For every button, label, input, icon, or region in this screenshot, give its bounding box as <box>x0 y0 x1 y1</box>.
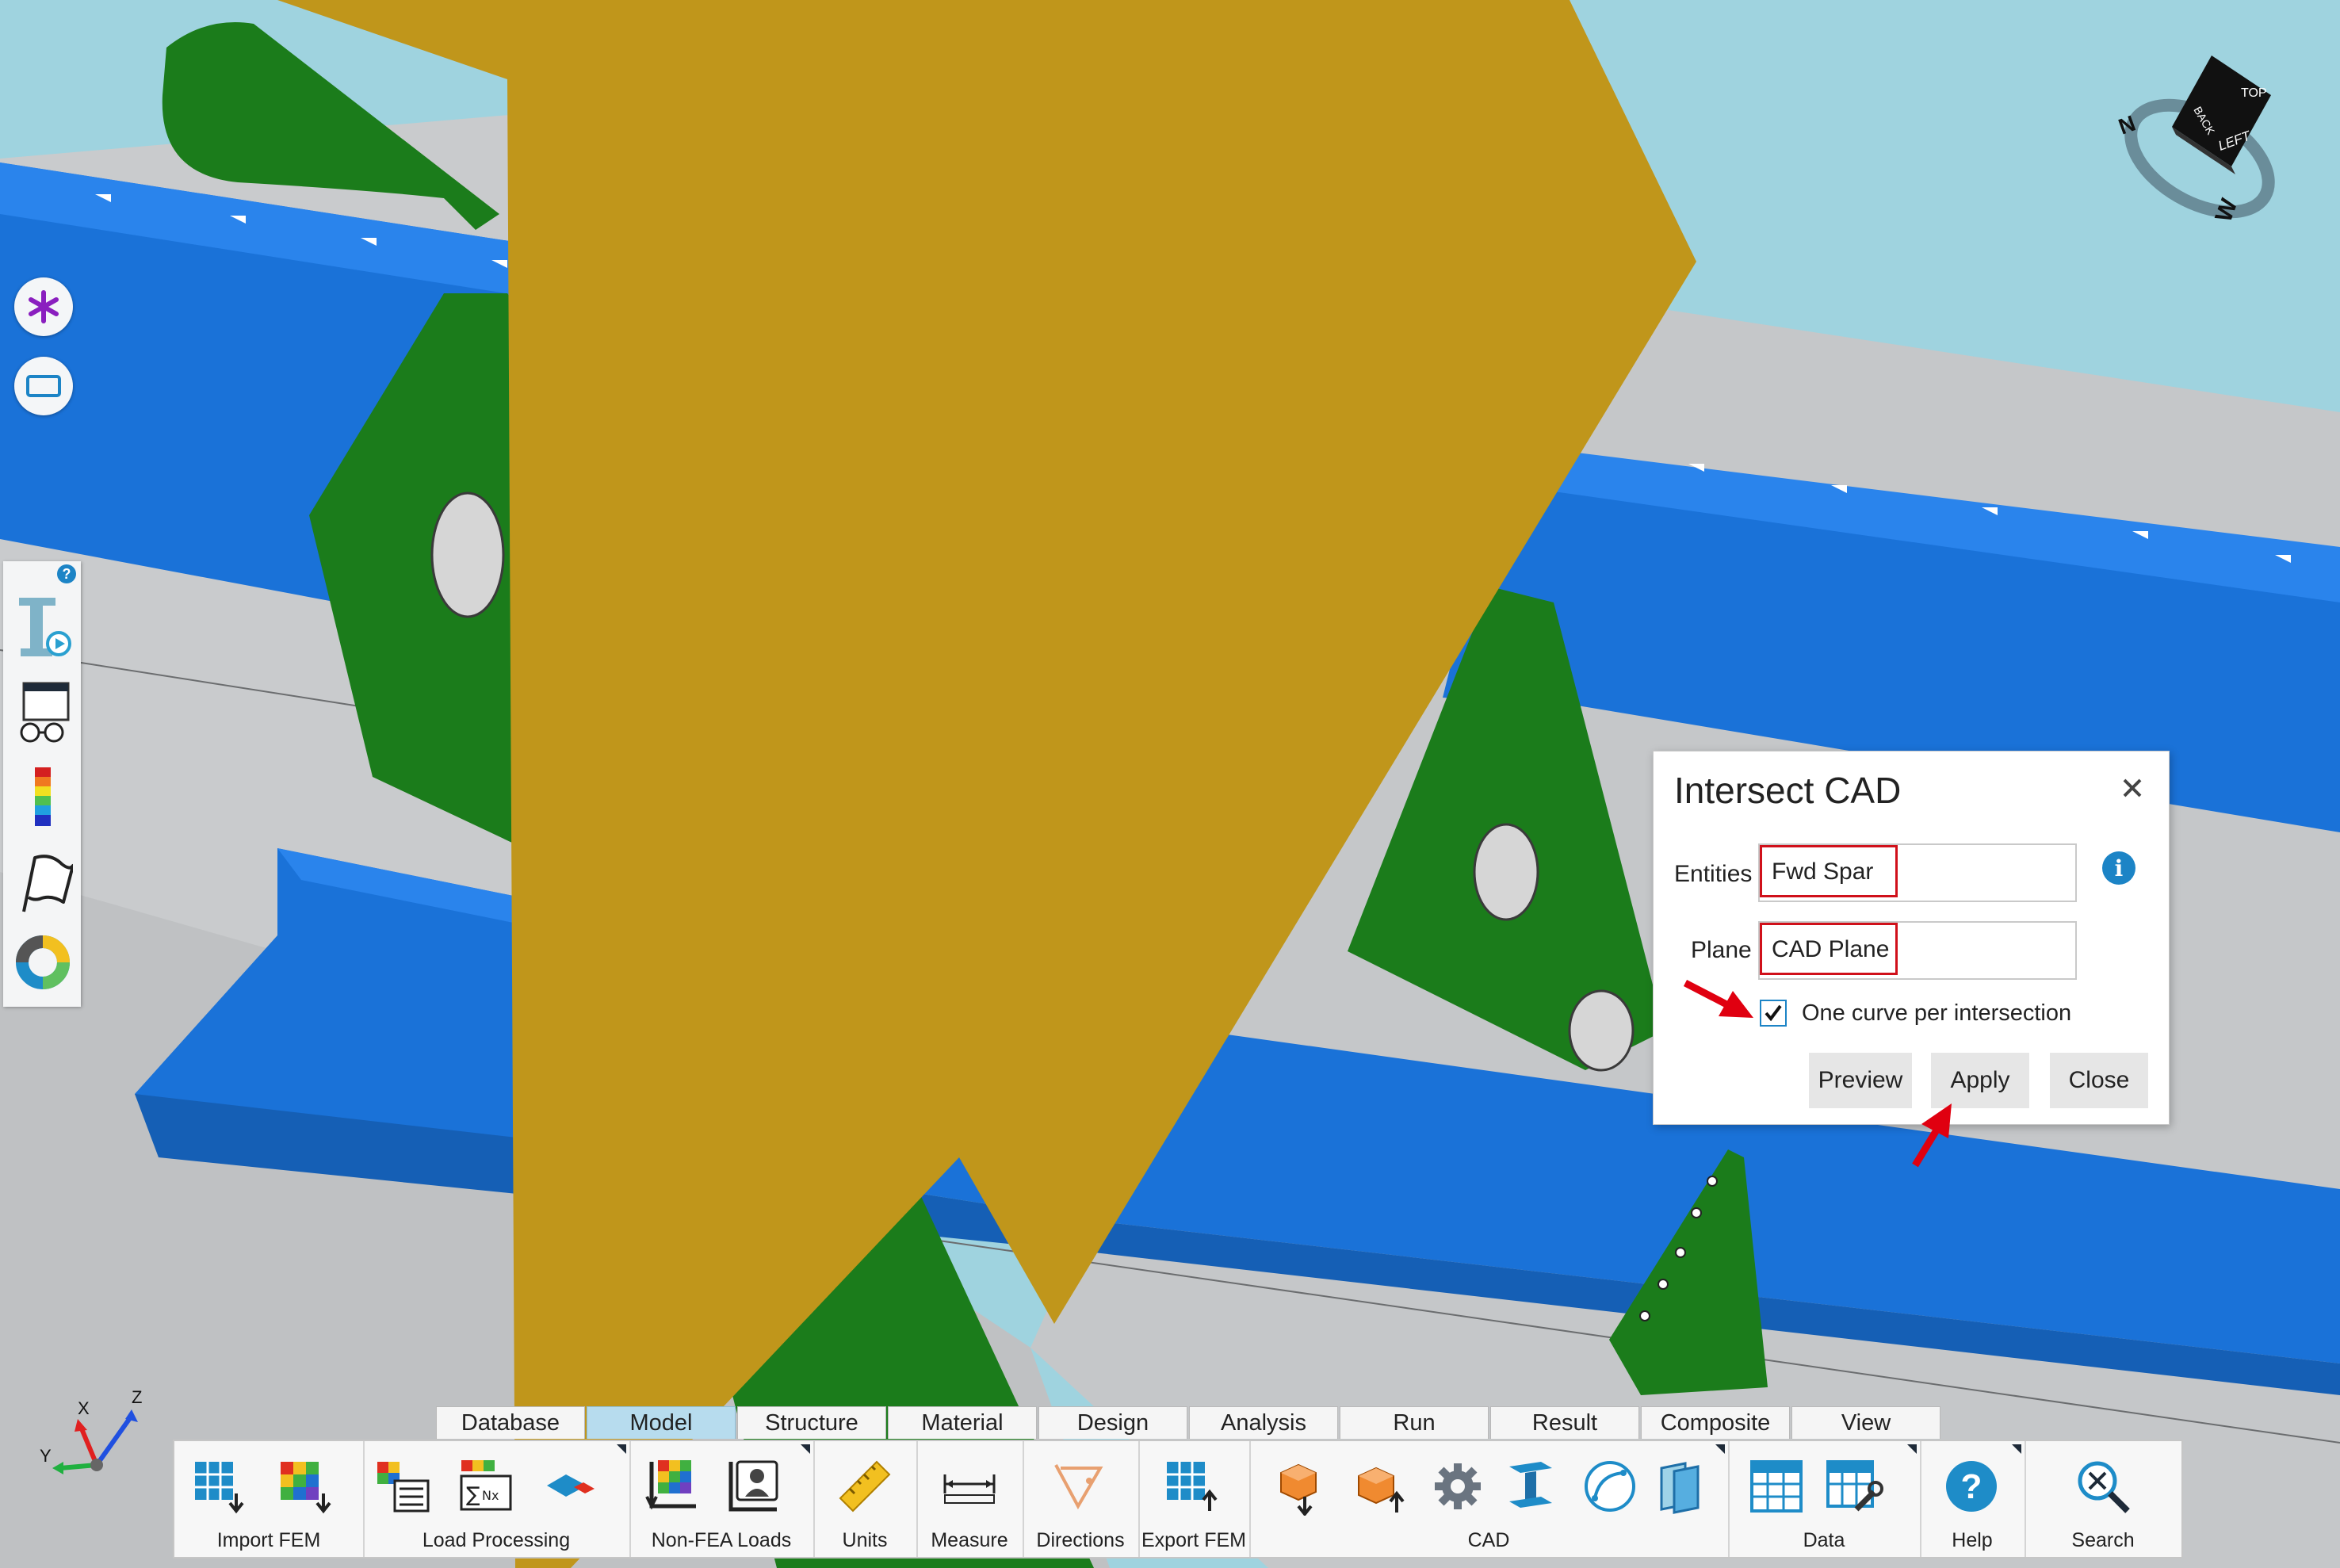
group-label-import-fem: Import FEM <box>216 1529 321 1551</box>
svg-text:?: ? <box>1961 1467 1982 1506</box>
cad-export-icon <box>1358 1467 1405 1513</box>
arrow-to-checkbox <box>1683 980 1753 1018</box>
curve-icon <box>1585 1461 1635 1512</box>
tab-result[interactable]: Result <box>1490 1406 1639 1439</box>
group-directions: Directions <box>1023 1441 1140 1557</box>
search-button[interactable] <box>2074 1457 2132 1516</box>
group-label-search: Search <box>2071 1529 2135 1551</box>
table-icon <box>1750 1460 1803 1513</box>
non-fea-grid-button[interactable] <box>644 1457 702 1516</box>
tab-model[interactable]: Model <box>587 1406 736 1439</box>
group-label-non-fea-loads: Non-FEA Loads <box>651 1529 792 1551</box>
group-non-fea-loads: Non-FEA Loads <box>629 1441 815 1557</box>
group-export-fem: Export FEM <box>1138 1441 1251 1557</box>
tab-composite[interactable]: Composite <box>1641 1406 1790 1439</box>
expand-corner-icon[interactable] <box>1715 1444 1725 1454</box>
group-import-fem: Import FEM <box>174 1441 365 1557</box>
tab-structure[interactable]: Structure <box>737 1406 886 1439</box>
tab-design[interactable]: Design <box>1038 1406 1187 1439</box>
group-label-measure: Measure <box>931 1529 1008 1551</box>
group-measure: Measure <box>916 1441 1024 1557</box>
results-import-icon <box>281 1462 331 1514</box>
search-icon <box>2078 1461 2130 1513</box>
table-wrench-icon <box>1826 1460 1883 1512</box>
load-sum-button[interactable]: ∑ Nx <box>457 1457 515 1516</box>
non-fea-user-button[interactable] <box>725 1457 783 1516</box>
directions-button[interactable] <box>1051 1457 1110 1516</box>
units-button[interactable] <box>835 1457 894 1516</box>
question-icon: ? <box>1946 1461 1997 1512</box>
data-edit-button[interactable] <box>1825 1457 1883 1516</box>
directions-icon <box>1054 1464 1103 1510</box>
data-table-button[interactable] <box>1747 1457 1806 1516</box>
group-search: Search <box>2025 1441 2181 1557</box>
tab-view[interactable]: View <box>1791 1406 1940 1439</box>
ruler-icon <box>839 1460 891 1513</box>
group-label-units: Units <box>842 1529 888 1551</box>
i-beam-icon <box>1509 1462 1552 1508</box>
group-cad: CAD <box>1249 1441 1730 1557</box>
group-label-export-fem: Export FEM <box>1141 1529 1246 1551</box>
group-help: ? Help <box>1920 1441 2026 1557</box>
non-fea-grid-icon <box>645 1460 696 1510</box>
svg-text:Nx: Nx <box>482 1488 499 1503</box>
cad-surface-button[interactable] <box>1654 1457 1712 1516</box>
import-fem-grid-button[interactable] <box>192 1457 250 1516</box>
group-load-processing: ∑ Nx Load Processing <box>363 1441 631 1557</box>
group-data: Data <box>1728 1441 1921 1557</box>
load-table-icon <box>377 1462 430 1513</box>
svg-text:∑: ∑ <box>466 1483 480 1507</box>
group-units: Units <box>813 1441 918 1557</box>
import-fem-results-button[interactable] <box>276 1457 335 1516</box>
grid-import-icon <box>195 1462 244 1514</box>
cad-settings-button[interactable] <box>1428 1457 1487 1516</box>
help-button[interactable]: ? <box>1942 1457 2001 1516</box>
tab-database[interactable]: Database <box>436 1406 585 1439</box>
surface-icon <box>1660 1462 1700 1514</box>
cad-import-icon <box>1280 1463 1317 1517</box>
group-label-data: Data <box>1803 1529 1845 1551</box>
expand-corner-icon[interactable] <box>2012 1444 2021 1454</box>
group-label-load-processing: Load Processing <box>422 1529 571 1551</box>
ribbon-tabs: Database Model Structure Material Design… <box>436 1406 1942 1439</box>
tab-material[interactable]: Material <box>888 1406 1037 1439</box>
load-table-button[interactable] <box>374 1457 433 1516</box>
expand-corner-icon[interactable] <box>617 1444 626 1454</box>
diamond-plane-icon <box>547 1474 595 1497</box>
expand-corner-icon[interactable] <box>1907 1444 1917 1454</box>
measure-button[interactable] <box>940 1457 999 1516</box>
grid-export-icon <box>1167 1462 1218 1511</box>
annotation-arrows <box>1683 980 1952 1168</box>
cad-import-button[interactable] <box>1270 1457 1329 1517</box>
tab-analysis[interactable]: Analysis <box>1189 1406 1338 1439</box>
group-label-directions: Directions <box>1036 1529 1125 1551</box>
expand-corner-icon[interactable] <box>801 1444 810 1454</box>
cad-curve-button[interactable] <box>1581 1457 1639 1516</box>
group-label-cad: CAD <box>1467 1529 1510 1551</box>
load-plane-button[interactable] <box>542 1457 601 1516</box>
tab-run[interactable]: Run <box>1340 1406 1489 1439</box>
cad-export-button[interactable] <box>1351 1457 1409 1516</box>
user-load-icon <box>728 1460 778 1512</box>
group-label-help: Help <box>1952 1529 1993 1551</box>
arrow-to-apply <box>1912 1103 1952 1168</box>
export-fem-button[interactable] <box>1164 1457 1222 1516</box>
sigma-icon: ∑ Nx <box>460 1460 512 1511</box>
cad-beam-button[interactable] <box>1501 1457 1560 1516</box>
ribbon-toolbar: Import FEM ∑ Nx Load Processing Non-FEA … <box>173 1440 2183 1558</box>
gear-icon <box>1435 1463 1481 1509</box>
measure-icon <box>943 1474 996 1504</box>
